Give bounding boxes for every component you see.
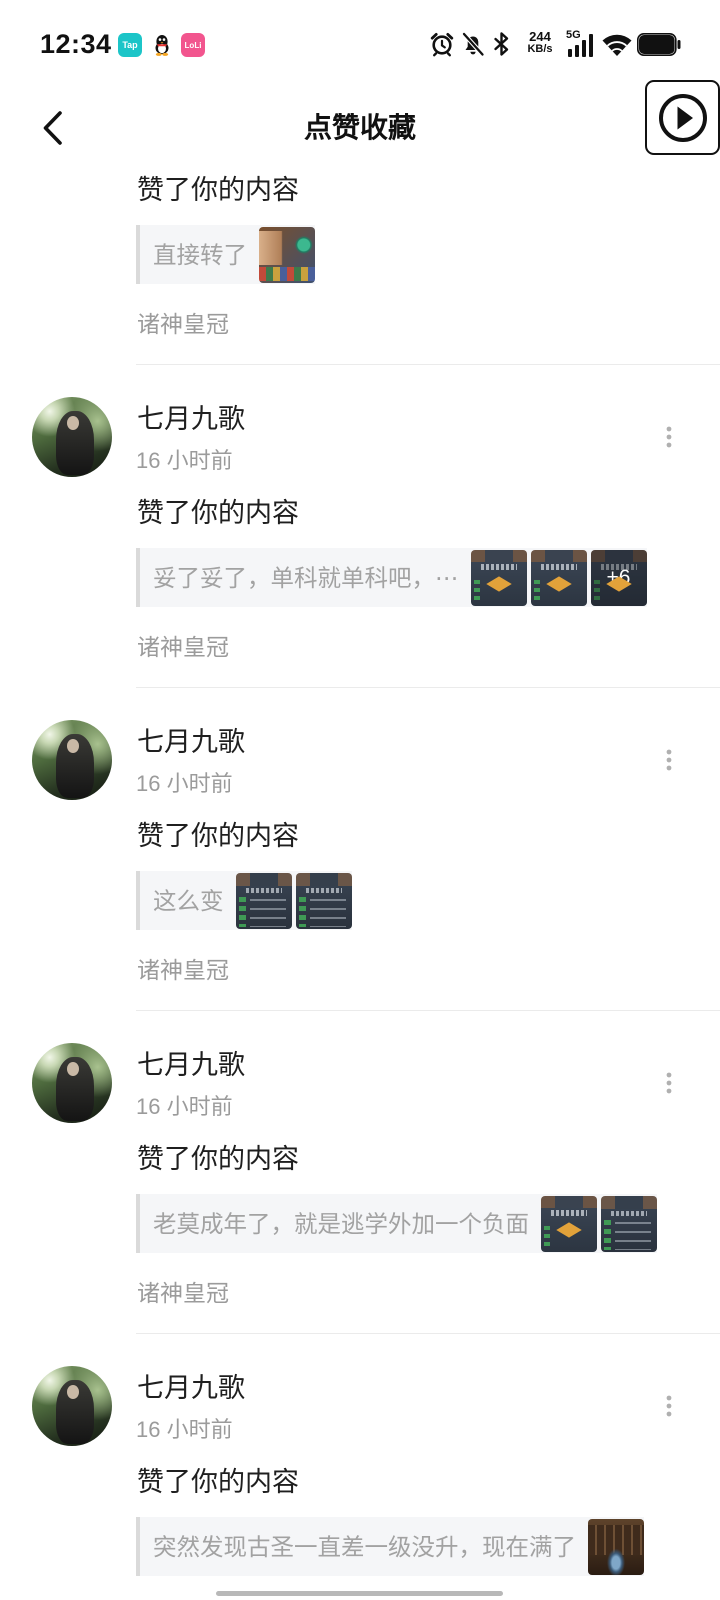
- action-text: 赞了你的内容: [137, 1467, 299, 1497]
- notification-list[interactable]: 赞了你的内容 直接转了 诸神皇冠 七月九歌 16 小时前 赞了你的内容 妥了妥了，单科就单科…: [0, 0, 720, 1600]
- more-options-button[interactable]: [662, 1071, 676, 1095]
- bluetooth-icon: [492, 31, 512, 57]
- action-text: 赞了你的内容: [137, 821, 299, 851]
- time-ago: 16 小时前: [136, 448, 233, 473]
- post-image-thumbnail[interactable]: +6: [590, 549, 647, 606]
- alarm-icon: [429, 31, 455, 57]
- more-vertical-icon: [666, 1395, 672, 1417]
- quoted-post-text: 老莫成年了，就是逃学外加一个负面: [153, 1210, 529, 1237]
- more-vertical-icon: [666, 1072, 672, 1094]
- back-chevron-icon: [43, 111, 62, 145]
- thumbnail-strip: [588, 1518, 644, 1575]
- screen: 赞了你的内容 直接转了 诸神皇冠 七月九歌 16 小时前 赞了你的内容 妥了妥了，单科就单科…: [0, 0, 720, 1600]
- thumbnail-strip: [259, 226, 315, 283]
- user-avatar[interactable]: [32, 720, 112, 800]
- action-text: 赞了你的内容: [137, 498, 299, 528]
- post-image-thumbnail[interactable]: [601, 1195, 657, 1252]
- user-name[interactable]: 七月九歌: [137, 1370, 245, 1406]
- time-ago: 16 小时前: [136, 1094, 233, 1119]
- quoted-post[interactable]: 突然发现古圣一直差一级没升，现在满了: [136, 1517, 644, 1576]
- page-title: 点赞收藏: [303, 112, 416, 143]
- user-avatar[interactable]: [32, 397, 112, 477]
- post-image-thumbnail[interactable]: [235, 872, 292, 929]
- network-speed-unit: KB/s: [527, 43, 553, 55]
- more-options-button[interactable]: [662, 425, 676, 449]
- play-circle-icon: [658, 93, 707, 142]
- more-images-count: +6: [590, 549, 647, 606]
- quoted-post-text: 突然发现古圣一直差一级没升，现在满了: [153, 1533, 576, 1560]
- user-name[interactable]: 七月九歌: [137, 1047, 245, 1083]
- bell-off-icon: [460, 31, 486, 57]
- back-button[interactable]: [38, 108, 68, 148]
- post-image-thumbnail[interactable]: [541, 1195, 597, 1252]
- post-image-thumbnail[interactable]: [259, 226, 315, 283]
- quoted-post-text: 妥了妥了，单科就单科吧，⋯: [153, 564, 459, 591]
- more-vertical-icon: [666, 426, 672, 448]
- divider: [136, 364, 720, 365]
- divider: [136, 1010, 720, 1011]
- time-ago: 16 小时前: [136, 771, 233, 796]
- taptap-app-icon: Tap: [118, 33, 142, 57]
- notification-item[interactable]: 七月九歌 16 小时前赞了你的内容这么变诸神皇冠: [0, 687, 720, 1010]
- game-tag[interactable]: 诸神皇冠: [137, 955, 229, 985]
- user-avatar[interactable]: [32, 1366, 112, 1446]
- action-text: 赞了你的内容: [137, 175, 299, 205]
- divider: [136, 687, 720, 688]
- post-image-thumbnail[interactable]: [470, 549, 527, 606]
- home-indicator[interactable]: [216, 1591, 503, 1596]
- signal-icon: [566, 34, 594, 57]
- quoted-post[interactable]: 这么变: [136, 871, 352, 930]
- signal-bar: [568, 49, 572, 57]
- user-name[interactable]: 七月九歌: [137, 724, 245, 760]
- quoted-post-text: 这么变: [153, 887, 224, 914]
- network-speed-value: 244: [529, 29, 551, 44]
- battery-icon: [637, 33, 681, 56]
- qq-app-icon: [154, 34, 170, 56]
- notification-item[interactable]: 七月九歌 16 小时前赞了你的内容老莫成年了，就是逃学外加一个负面诸神皇冠: [0, 1010, 720, 1333]
- notification-item[interactable]: 七月九歌 16 小时前赞了你的内容突然发现古圣一直差一级没升，现在满了: [0, 1333, 720, 1600]
- game-tag[interactable]: 诸神皇冠: [137, 309, 229, 339]
- notification-item[interactable]: 七月九歌 16 小时前赞了你的内容妥了妥了，单科就单科吧，⋯ +6 诸神皇冠: [0, 364, 720, 687]
- user-avatar[interactable]: [32, 1043, 112, 1123]
- wifi-icon: [601, 33, 633, 57]
- game-tag[interactable]: 诸神皇冠: [137, 632, 229, 662]
- network-speed: 244 KB/s: [524, 30, 556, 56]
- more-vertical-icon: [666, 749, 672, 771]
- signal-bar: [575, 45, 579, 57]
- more-options-button[interactable]: [662, 748, 676, 772]
- signal-bar: [589, 34, 593, 57]
- time-ago: 16 小时前: [136, 1417, 233, 1442]
- signal-bar: [582, 40, 586, 57]
- quoted-post[interactable]: 直接转了: [136, 225, 315, 284]
- quoted-post-text: 直接转了: [153, 241, 247, 268]
- thumbnail-strip: +6: [470, 549, 647, 606]
- thumbnail-strip: [235, 872, 352, 929]
- user-name[interactable]: 七月九歌: [137, 401, 245, 437]
- post-image-thumbnail[interactable]: [588, 1518, 644, 1575]
- quoted-post[interactable]: 妥了妥了，单科就单科吧，⋯ +6: [136, 548, 647, 607]
- loli-app-icon: LoLi: [181, 33, 205, 57]
- top-bar: 12:34 Tap LoLi 244 KB/s 5G 点赞收藏: [0, 0, 720, 165]
- status-time: 12:34: [40, 29, 112, 59]
- divider: [136, 1333, 720, 1334]
- play-button[interactable]: [645, 80, 720, 155]
- game-tag[interactable]: 诸神皇冠: [137, 1278, 229, 1308]
- thumbnail-strip: [541, 1195, 657, 1252]
- quoted-post[interactable]: 老莫成年了，就是逃学外加一个负面: [136, 1194, 657, 1253]
- post-image-thumbnail[interactable]: [295, 872, 352, 929]
- more-options-button[interactable]: [662, 1394, 676, 1418]
- action-text: 赞了你的内容: [137, 1144, 299, 1174]
- post-image-thumbnail[interactable]: [530, 549, 587, 606]
